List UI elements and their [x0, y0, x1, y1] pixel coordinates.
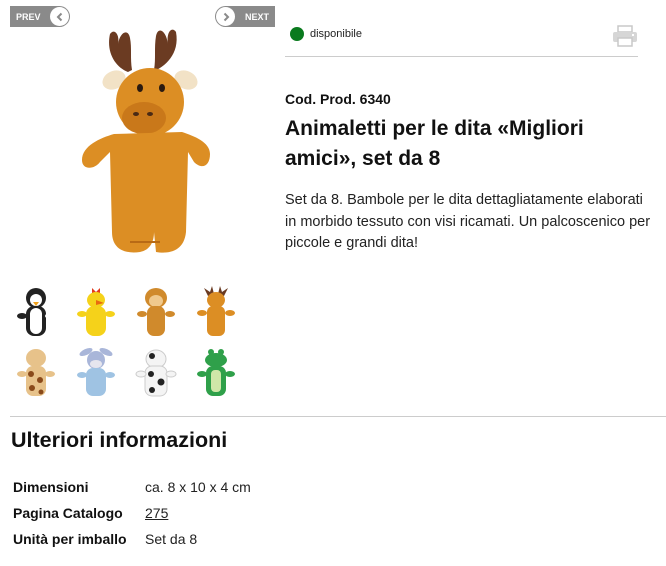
print-icon[interactable] [612, 25, 638, 47]
thumbnail-cow[interactable] [130, 346, 182, 402]
chevron-left-icon [50, 7, 69, 26]
availability-text: disponibile [310, 28, 362, 40]
catalog-page-link[interactable]: 275 [145, 505, 168, 521]
product-title: Animaletti per le dita «Migliori amici»,… [285, 117, 584, 170]
next-button[interactable]: NEXT [215, 6, 275, 27]
thumbnail-moose[interactable] [190, 286, 242, 342]
section-divider [10, 416, 666, 417]
thumbnail-chicken[interactable] [70, 286, 122, 342]
availability-status: disponibile [290, 27, 362, 41]
info-value-wrapper: 275 [145, 505, 168, 521]
prev-button[interactable]: PREV [10, 6, 70, 27]
info-label: Pagina Catalogo [13, 505, 123, 521]
prev-label: PREV [16, 11, 41, 22]
thumbnail-monkey[interactable] [130, 286, 182, 342]
info-label: Unità per imballo [13, 531, 127, 547]
info-row-catalog-page: Pagina Catalogo 275 [13, 500, 251, 526]
thumbnail-penguin[interactable] [10, 286, 62, 342]
info-label: Dimensioni [13, 479, 89, 495]
more-info-heading: Ulteriori informazioni [11, 428, 228, 452]
top-divider [285, 56, 638, 57]
chevron-right-icon [216, 7, 235, 26]
thumbnail-crocodile[interactable] [190, 346, 242, 402]
info-row-units-per-pack: Unità per imballo Set da 8 [13, 526, 251, 552]
product-code: Cod. Prod. 6340 [285, 91, 391, 107]
info-value: Set da 8 [145, 531, 198, 547]
availability-dot-icon [290, 27, 304, 41]
more-info-table: Dimensioni ca. 8 x 10 x 4 cm Pagina Cata… [13, 474, 251, 552]
thumbnail-donkey[interactable] [70, 346, 122, 402]
thumbnail-giraffe[interactable] [10, 346, 62, 402]
info-row-dimensions: Dimensioni ca. 8 x 10 x 4 cm [13, 474, 251, 500]
product-description: Set da 8. Bambole per le dita dettagliat… [285, 192, 651, 251]
product-image-moose-puppet[interactable] [70, 22, 215, 262]
next-label: NEXT [244, 11, 269, 22]
info-value: ca. 8 x 10 x 4 cm [145, 479, 251, 495]
